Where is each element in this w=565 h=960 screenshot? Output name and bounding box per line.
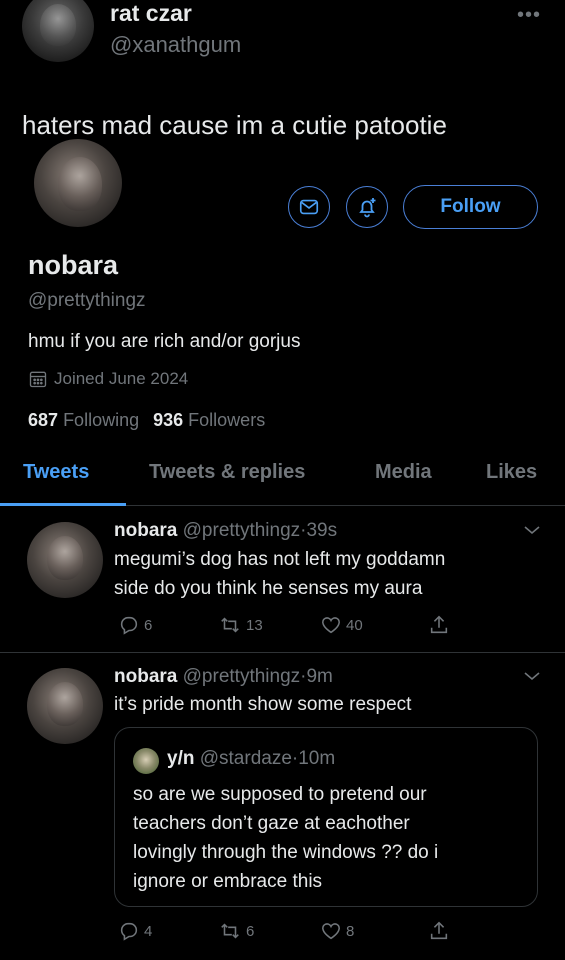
reply-count: 6 xyxy=(144,616,153,634)
chevron-down-icon[interactable] xyxy=(523,524,541,536)
tweet-author-name[interactable]: nobara xyxy=(114,666,177,687)
calendar-icon xyxy=(29,371,47,388)
profile-stats: 687 Following 936 Followers xyxy=(28,410,265,431)
reply-count: 4 xyxy=(144,922,153,940)
profile-tabs: Tweets Tweets & replies Media Likes xyxy=(0,450,565,506)
tweet-header: nobara @prettythingz·39s xyxy=(114,520,338,541)
notifications-button[interactable] xyxy=(346,186,388,228)
tweet-text-line: side do you think he senses my aura xyxy=(114,578,423,599)
quoted-text-line: lovingly through the windows ?? do i xyxy=(133,842,439,863)
reply-button[interactable]: 6 xyxy=(118,614,152,636)
tweet-timestamp[interactable]: 9m xyxy=(306,666,332,687)
follow-button[interactable]: Follow xyxy=(403,185,538,229)
retweet-icon xyxy=(221,617,239,633)
followers-count: 936 xyxy=(153,410,184,430)
like-button[interactable]: 8 xyxy=(320,920,354,942)
active-tab-indicator xyxy=(0,503,126,506)
tweet-header: nobara @prettythingz·9m xyxy=(114,666,333,687)
top-post-text: haters mad cause im a cutie patootie xyxy=(22,110,447,140)
followers-label: Followers xyxy=(188,410,266,430)
tab-tweets[interactable]: Tweets xyxy=(23,461,89,484)
tab-tweets-and-replies[interactable]: Tweets & replies xyxy=(149,461,305,484)
profile-joined: Joined June 2024 xyxy=(28,369,188,389)
following-link[interactable]: 687 Following xyxy=(28,410,139,430)
tab-media[interactable]: Media xyxy=(375,461,432,484)
reply-icon xyxy=(120,922,138,941)
quoted-author-handle[interactable]: @stardaze xyxy=(200,748,292,769)
tweet-text-line: megumi’s dog has not left my goddamn xyxy=(114,549,446,570)
like-button[interactable]: 40 xyxy=(320,614,363,636)
share-icon xyxy=(430,615,448,634)
profile-avatar[interactable] xyxy=(32,137,124,229)
following-label: Following xyxy=(63,410,140,430)
quoted-tweet-header: y/n @stardaze·10m xyxy=(167,748,336,769)
tweet-author-name[interactable]: nobara xyxy=(114,520,177,541)
quoted-text-line: ignore or embrace this xyxy=(133,871,323,892)
retweet-button[interactable]: 6 xyxy=(218,920,254,942)
retweet-count: 13 xyxy=(246,616,263,634)
tweet-avatar[interactable] xyxy=(27,522,103,598)
more-options-icon[interactable]: ••• xyxy=(517,4,541,27)
followers-link[interactable]: 936 Followers xyxy=(153,410,265,430)
quoted-tweet-text: so are we supposed to pretend our teache… xyxy=(133,780,523,896)
quoted-timestamp[interactable]: 10m xyxy=(298,748,335,769)
tab-likes[interactable]: Likes xyxy=(486,461,537,484)
quoted-text-line: teachers don’t gaze at eachother xyxy=(133,813,410,834)
heart-icon xyxy=(322,617,340,634)
chevron-down-icon[interactable] xyxy=(523,670,541,682)
message-button[interactable] xyxy=(288,186,330,228)
tweet-author-handle[interactable]: @prettythingz xyxy=(183,520,301,541)
retweet-button[interactable]: 13 xyxy=(218,614,263,636)
tweet-author-handle[interactable]: @prettythingz xyxy=(183,666,301,687)
reply-icon xyxy=(120,616,138,635)
reply-button[interactable]: 4 xyxy=(118,920,152,942)
joined-text: Joined June 2024 xyxy=(54,369,189,388)
like-count: 40 xyxy=(346,616,363,634)
tweet-text: megumi’s dog has not left my goddamn sid… xyxy=(114,545,534,603)
profile-handle: @prettythingz xyxy=(28,290,146,311)
tweet-text: it’s pride month show some respect xyxy=(114,694,412,715)
quoted-author-name[interactable]: y/n xyxy=(167,748,194,769)
top-post: rat czar @xanathgum ••• haters mad cause… xyxy=(0,0,565,150)
bell-plus-icon xyxy=(359,198,376,218)
tweet-avatar[interactable] xyxy=(27,668,103,744)
mail-icon xyxy=(299,199,319,215)
share-icon xyxy=(430,921,448,940)
top-post-handle[interactable]: @xanathgum xyxy=(110,32,241,58)
profile-bio: hmu if you are rich and/or gorjus xyxy=(28,331,301,352)
heart-icon xyxy=(322,923,340,940)
following-count: 687 xyxy=(28,410,59,430)
profile-display-name: nobara xyxy=(28,250,119,280)
quoted-tweet-avatar[interactable] xyxy=(133,748,159,774)
tweet-timestamp[interactable]: 39s xyxy=(306,520,337,541)
tweet-actions: 4 6 8 xyxy=(114,920,534,946)
tweet-actions: 6 13 40 xyxy=(114,614,534,640)
quoted-text-line: so are we supposed to pretend our xyxy=(133,784,427,805)
share-button[interactable] xyxy=(428,920,450,942)
top-post-display-name[interactable]: rat czar xyxy=(110,0,192,27)
like-count: 8 xyxy=(346,922,355,940)
retweet-count: 6 xyxy=(246,922,255,940)
share-button[interactable] xyxy=(428,614,450,636)
tweet-divider xyxy=(0,652,565,653)
retweet-icon xyxy=(221,923,239,939)
top-post-avatar[interactable] xyxy=(22,0,94,62)
quoted-tweet[interactable]: y/n @stardaze·10m so are we supposed to … xyxy=(114,727,538,907)
